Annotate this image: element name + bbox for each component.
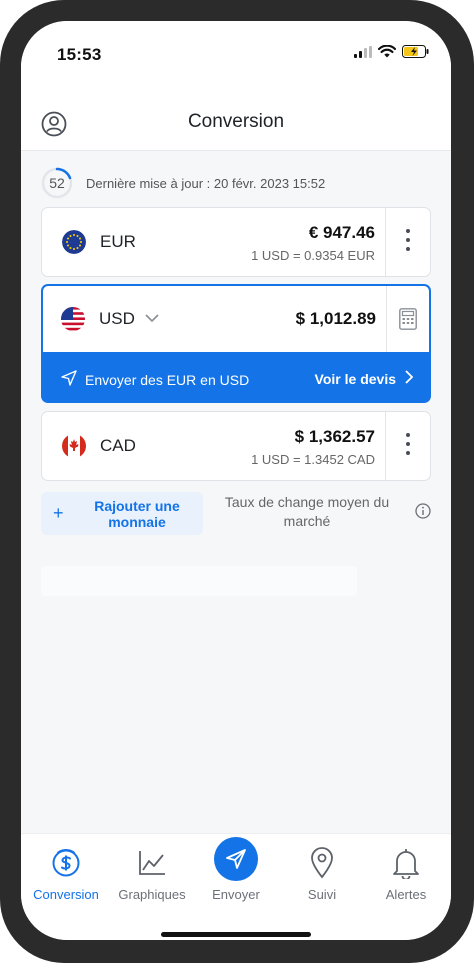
card-divider bbox=[385, 412, 386, 480]
app-screen: 15:53 Conversion 52 Dernière mise à jour… bbox=[21, 21, 451, 940]
tab-label: Envoyer bbox=[212, 887, 260, 902]
rate-eur: 1 USD = 0.9354 EUR bbox=[251, 248, 375, 263]
plus-icon: + bbox=[53, 503, 64, 523]
page-title: Conversion bbox=[187, 111, 285, 132]
amount-cad[interactable]: $ 1,362.57 bbox=[295, 427, 375, 447]
countdown-value: 52 bbox=[49, 175, 65, 191]
last-update-row: 52 Dernière mise à jour : 20 févr. 2023 … bbox=[41, 166, 325, 200]
amount-usd[interactable]: $ 1,012.89 bbox=[296, 309, 376, 329]
tab-envoyer[interactable]: Envoyer bbox=[193, 834, 279, 924]
currency-card-eur[interactable]: EUR € 947.46 1 USD = 0.9354 EUR bbox=[41, 207, 431, 277]
bottom-tab-bar: Conversion Graphiques Envoyer Suivi Aler… bbox=[21, 833, 451, 940]
info-icon[interactable] bbox=[415, 503, 431, 524]
calculator-icon[interactable] bbox=[399, 308, 417, 335]
conversion-dollar-icon bbox=[51, 848, 81, 883]
card-divider bbox=[385, 208, 386, 276]
send-arrow-icon bbox=[61, 370, 77, 389]
view-quote-button[interactable]: Voir le devis bbox=[314, 370, 414, 387]
view-quote-label: Voir le devis bbox=[314, 370, 396, 387]
battery-icon bbox=[402, 45, 429, 63]
status-icons bbox=[354, 44, 429, 63]
us-flag-icon bbox=[61, 307, 85, 331]
card-divider bbox=[386, 286, 387, 352]
home-indicator bbox=[161, 932, 311, 937]
status-time: 15:53 bbox=[57, 45, 102, 64]
tab-label: Alertes bbox=[385, 887, 427, 902]
currency-card-cad[interactable]: CAD $ 1,362.57 1 USD = 1.3452 CAD bbox=[41, 411, 431, 481]
placeholder-area bbox=[41, 566, 357, 596]
last-update-text: Dernière mise à jour : 20 févr. 2023 15:… bbox=[86, 175, 326, 191]
send-paper-plane-icon bbox=[214, 837, 258, 881]
tab-label: Conversion bbox=[33, 887, 99, 902]
chevron-right-icon bbox=[404, 370, 414, 387]
location-pin-icon bbox=[310, 846, 334, 884]
rate-cad: 1 USD = 1.3452 CAD bbox=[251, 452, 375, 467]
tab-label: Suivi bbox=[307, 887, 337, 902]
currency-code-eur: EUR bbox=[100, 232, 136, 251]
line-chart-icon bbox=[138, 850, 166, 881]
send-currency-label: Envoyer des EUR en USD bbox=[85, 371, 250, 388]
wifi-icon bbox=[377, 44, 397, 63]
refresh-countdown: 52 bbox=[41, 167, 73, 199]
app-header: Conversion bbox=[21, 87, 451, 151]
signal-icon bbox=[354, 45, 372, 63]
status-bar: 15:53 bbox=[21, 21, 451, 87]
canada-flag-icon bbox=[62, 434, 86, 458]
tab-label: Graphiques bbox=[118, 887, 186, 902]
amount-eur[interactable]: € 947.46 bbox=[309, 223, 375, 243]
chevron-down-icon[interactable] bbox=[144, 311, 160, 329]
currency-card-usd[interactable]: USD $ 1,012.89 Envoyer des EUR en USD Vo… bbox=[41, 284, 431, 403]
bell-icon bbox=[392, 847, 420, 884]
add-currency-label: Rajouter une monnaie bbox=[94, 498, 180, 530]
currency-code-usd: USD bbox=[99, 309, 135, 328]
mid-market-rate-label: Taux de change moyen du marché bbox=[224, 494, 390, 529]
more-vertical-icon[interactable] bbox=[400, 229, 416, 251]
more-vertical-icon[interactable] bbox=[400, 433, 416, 455]
eu-flag-icon bbox=[62, 230, 86, 254]
currency-code-cad: CAD bbox=[100, 436, 136, 455]
tab-conversion[interactable]: Conversion bbox=[23, 834, 109, 924]
tab-graphiques[interactable]: Graphiques bbox=[109, 834, 195, 924]
add-currency-button[interactable]: + Rajouter une monnaie bbox=[41, 492, 203, 535]
tab-suivi[interactable]: Suivi bbox=[279, 834, 365, 924]
tab-alertes[interactable]: Alertes bbox=[363, 834, 449, 924]
phone-frame: 15:53 Conversion 52 Dernière mise à jour… bbox=[0, 0, 474, 963]
usd-input-area[interactable]: USD $ 1,012.89 bbox=[43, 286, 429, 352]
send-currency-link[interactable]: Envoyer des EUR en USD bbox=[61, 370, 249, 389]
